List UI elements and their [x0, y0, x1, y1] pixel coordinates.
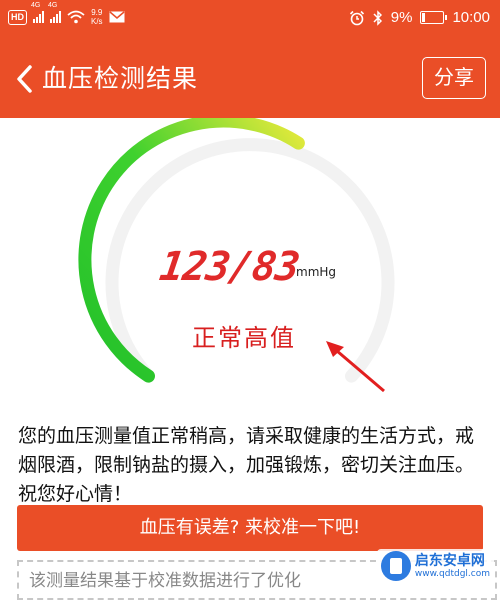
network-speed: 9.9 K/s — [91, 8, 103, 26]
watermark-url: www.qdtdgl.com — [414, 568, 490, 579]
speed-unit: K/s — [91, 17, 103, 26]
network-type-label-2: 4G — [48, 2, 58, 9]
signal-icon-2: 4G — [48, 2, 61, 23]
speed-value: 9.9 — [91, 8, 103, 17]
status-right: 9% 10:00 — [349, 9, 490, 26]
battery-icon — [420, 11, 448, 24]
watermark-name: 启东安卓网 — [414, 552, 485, 569]
bluetooth-icon — [373, 9, 382, 26]
health-advice-text: 您的血压测量值正常稍高，请采取健康的生活方式，戒烟限酒，限制钠盐的摄入，加强锻炼… — [18, 425, 475, 505]
status-left: HD 4G 4G 9.9 K/s — [8, 2, 125, 26]
watermark-logo-icon — [380, 551, 411, 581]
alarm-icon — [349, 10, 364, 25]
battery-percent: 9% — [390, 9, 413, 26]
hd-badge: HD — [8, 9, 27, 25]
pressure-unit: mmHg — [296, 265, 337, 279]
app-header: 血压检测结果 分享 — [0, 38, 500, 118]
back-arrow-icon[interactable] — [12, 62, 38, 96]
calibrate-button[interactable]: 血压有误差? 来校准一下吧! — [17, 505, 483, 551]
wifi-icon — [67, 10, 85, 24]
watermark-text: 启东安卓网 www.qdtdgl.com — [414, 552, 490, 579]
pressure-level: 正常高值 — [192, 324, 296, 352]
page-title: 血压检测结果 — [42, 64, 199, 93]
network-type-label: 4G — [31, 2, 41, 9]
blood-pressure-reading: 123/83 — [156, 244, 302, 290]
site-watermark: 启东安卓网 www.qdtdgl.com — [376, 549, 494, 583]
mail-icon — [109, 11, 125, 23]
clock: 10:00 — [452, 9, 490, 26]
status-bar: HD 4G 4G 9.9 K/s 9% 10:00 — [0, 0, 500, 38]
annotation-arrow-icon — [326, 341, 385, 393]
share-button[interactable]: 分享 — [422, 57, 486, 99]
signal-icon: 4G — [31, 2, 44, 23]
